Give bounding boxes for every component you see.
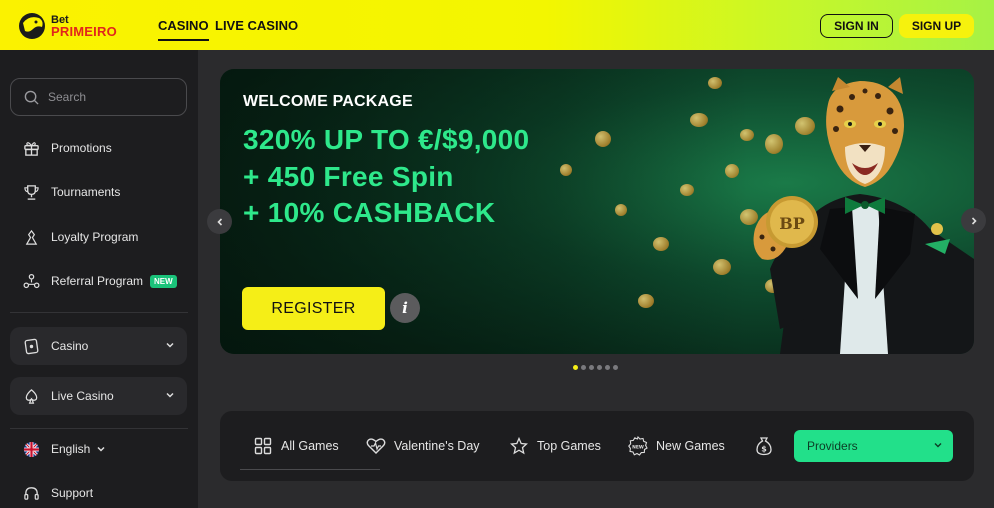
coin-decoration [560, 164, 572, 176]
register-button[interactable]: REGISTER [242, 287, 385, 330]
tab-new-games[interactable]: NEW New Games [628, 436, 725, 456]
money-bag-icon: $ [754, 436, 774, 456]
spade-icon [22, 387, 40, 405]
tab-label: Valentine's Day [394, 439, 480, 453]
uk-flag-icon [22, 440, 40, 458]
trophy-icon [22, 183, 40, 201]
divider [10, 428, 188, 429]
coin-decoration [653, 237, 669, 251]
tab-all-games[interactable]: All Games [253, 436, 339, 456]
nav-casino[interactable]: CASINO [158, 18, 209, 41]
coin-decoration [690, 113, 708, 127]
carousel-dot[interactable] [613, 365, 618, 370]
carousel-prev-button[interactable] [207, 209, 232, 234]
new-badge: NEW [150, 274, 177, 288]
divider [10, 312, 188, 313]
coin-text: BP [779, 214, 805, 233]
banner-headline-1: 320% UP TO €/$9,000 [243, 124, 530, 155]
star-icon [509, 436, 529, 456]
language-label: English [51, 442, 91, 456]
active-tab-indicator [240, 469, 380, 470]
game-category-bar: All Games Valentine's Day Top Games NEW … [220, 411, 974, 481]
coin-decoration [708, 77, 722, 89]
sign-in-button[interactable]: SIGN IN [820, 14, 893, 38]
search-box[interactable] [10, 78, 187, 116]
chevron-down-icon [934, 443, 942, 448]
brand-line2: PRIMEIRO [51, 24, 117, 39]
grid-icon [253, 436, 273, 456]
coin-decoration [713, 259, 731, 275]
carousel-pagination [573, 365, 618, 370]
coin-decoration [725, 164, 739, 178]
banner-headline-3: + 10% CASHBACK [243, 197, 496, 228]
tab-valentines-day[interactable]: Valentine's Day [366, 436, 480, 456]
sidebar-item-loyalty-program[interactable]: Loyalty Program [22, 228, 138, 246]
chevron-left-icon [216, 217, 222, 226]
sidebar-group-live-casino[interactable]: Live Casino [10, 377, 187, 415]
carousel-dot[interactable] [605, 365, 610, 370]
tab-label: Top Games [537, 439, 601, 453]
tab-jackpot[interactable]: $ [754, 436, 782, 456]
chevron-right-icon [971, 216, 977, 225]
chevron-down-icon [166, 342, 174, 348]
banner-kicker: WELCOME PACKAGE [243, 93, 413, 110]
search-icon [24, 90, 39, 105]
promo-banner[interactable]: WELCOME PACKAGE 320% UP TO €/$9,000 + 45… [220, 69, 974, 354]
sidebar-item-label: Referral Program [51, 274, 144, 288]
carousel-dot[interactable] [581, 365, 586, 370]
sidebar: Promotions Tournaments Loyalty Program R… [0, 50, 198, 508]
loyalty-icon [22, 228, 40, 246]
sidebar-item-support[interactable]: Support [22, 484, 93, 502]
gift-icon [22, 139, 40, 157]
tab-label: All Games [281, 439, 339, 453]
leopard-mascot-illustration: BP [753, 77, 974, 354]
heart-icon [366, 436, 386, 456]
casino-icon [22, 337, 40, 355]
providers-dropdown[interactable]: Providers [794, 430, 953, 462]
banner-headline-2: + 450 Free Spin [243, 161, 454, 192]
svg-text:NEW: NEW [632, 444, 644, 450]
providers-label: Providers [807, 439, 858, 453]
sidebar-item-label: Tournaments [51, 185, 121, 199]
carousel-dot[interactable] [589, 365, 594, 370]
coin-decoration [595, 131, 611, 147]
search-input[interactable] [48, 90, 168, 104]
brand-logo[interactable]: Bet PRIMEIRO [17, 10, 127, 42]
sidebar-item-referral-program[interactable]: Referral Program NEW [22, 272, 177, 290]
carousel-next-button[interactable] [961, 208, 986, 233]
headset-icon [22, 484, 40, 502]
info-button[interactable]: i [390, 293, 420, 323]
sidebar-group-casino[interactable]: Casino [10, 327, 187, 365]
tab-label: New Games [656, 439, 725, 453]
coin-decoration [615, 204, 627, 216]
support-label: Support [51, 486, 94, 500]
leopard-logo-icon [19, 13, 45, 39]
sign-up-button[interactable]: SIGN UP [899, 14, 974, 38]
new-icon: NEW [628, 436, 648, 456]
sidebar-item-label: Promotions [51, 141, 112, 155]
sidebar-item-label: Loyalty Program [51, 230, 139, 244]
sidebar-item-promotions[interactable]: Promotions [22, 139, 112, 157]
svg-text:$: $ [761, 445, 767, 454]
referral-icon [22, 272, 40, 290]
top-header: Bet PRIMEIRO CASINO LIVE CASINO SIGN IN … [0, 0, 994, 50]
chevron-down-icon [166, 392, 174, 398]
language-selector[interactable]: English [22, 440, 106, 458]
carousel-dot[interactable] [597, 365, 602, 370]
chevron-down-icon [97, 446, 105, 452]
coin-decoration [680, 184, 694, 196]
carousel-dot[interactable] [573, 365, 578, 370]
sidebar-group-label: Casino [51, 339, 89, 353]
nav-live-casino[interactable]: LIVE CASINO [215, 18, 298, 33]
tab-top-games[interactable]: Top Games [509, 436, 601, 456]
sidebar-group-label: Live Casino [51, 389, 114, 403]
coin-decoration [638, 294, 654, 308]
sidebar-item-tournaments[interactable]: Tournaments [22, 183, 120, 201]
